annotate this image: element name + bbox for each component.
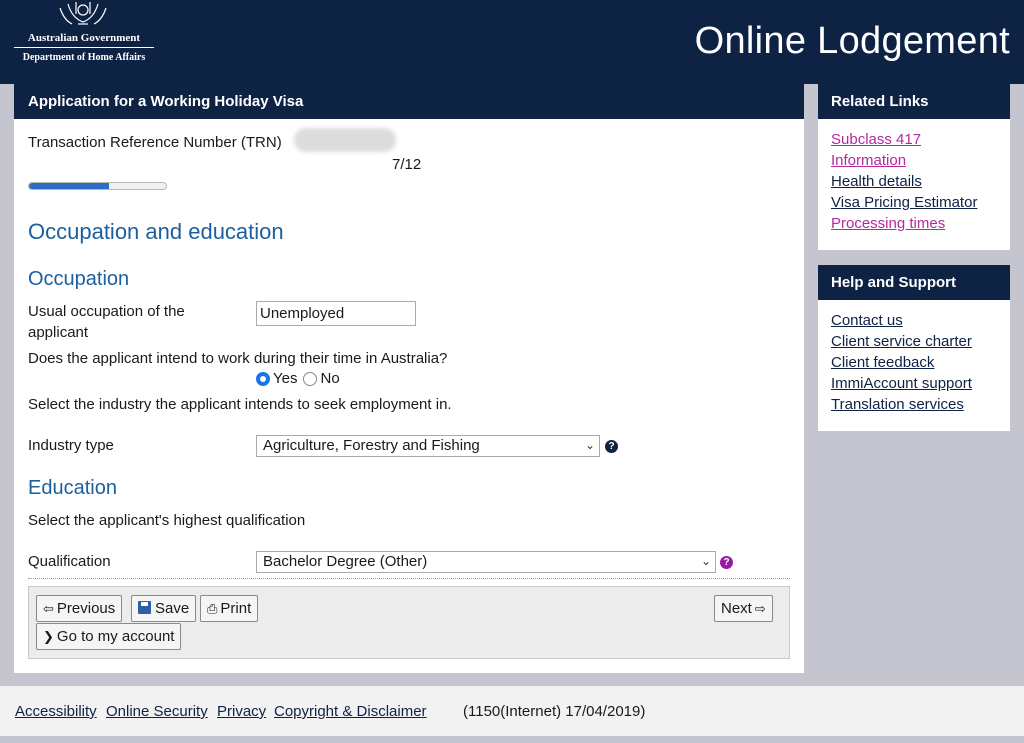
arrow-right-icon: ⇨ [754, 601, 766, 616]
help-support-list: Contact us Client service charter Client f… [818, 300, 1010, 421]
go-to-account-button[interactable]: ❯ Go to my account [36, 623, 182, 650]
related-link[interactable]: Visa Pricing Estimator [831, 192, 997, 213]
trn-label: Transaction Reference Number (TRN) [28, 134, 282, 151]
site-title: Online Lodgement [694, 20, 1010, 62]
footer-copyright-link[interactable]: Copyright & Disclaimer [274, 703, 427, 720]
footer-accessibility-link[interactable]: Accessibility [15, 703, 97, 720]
qualification-select[interactable]: Bachelor Degree (Other) ⌄ [256, 551, 716, 573]
progress-bar [28, 182, 167, 190]
page-progress-text: 7/12 [392, 156, 422, 173]
application-form-panel: Application for a Working Holiday Visa T… [14, 84, 804, 673]
save-button[interactable]: Save [131, 595, 197, 622]
help-support-link[interactable]: Contact us [831, 310, 997, 331]
work-yes-label: Yes [273, 370, 298, 387]
footer-security-link[interactable]: Online Security [106, 703, 208, 720]
occupation-heading: Occupation [28, 268, 130, 290]
printer-icon: ⎙ [207, 601, 218, 616]
help-support-link[interactable]: ImmiAccount support [831, 373, 997, 394]
work-no-radio[interactable] [303, 371, 318, 386]
related-links-panel: Related Links Subclass 417 Information He… [818, 84, 1010, 250]
arrow-left-icon: ⇦ [43, 601, 54, 616]
chevron-down-icon: ⌄ [584, 438, 595, 452]
print-button[interactable]: ⎙ Print [200, 595, 259, 622]
next-button[interactable]: Next ⇨ [714, 595, 773, 622]
industry-type-value: Agriculture, Forestry and Fishing [263, 437, 480, 454]
work-no-label: No [320, 370, 340, 387]
work-question: Does the applicant intend to work during… [28, 350, 448, 367]
form-button-bar: ⇦ Previous Save ⎙ Print Next ⇨ ❯ Go to my ac… [28, 586, 790, 659]
related-links-list: Subclass 417 Information Health details Vi… [818, 119, 1010, 240]
trn-value-redacted [294, 128, 396, 152]
site-header: Australian Government Department of Home… [0, 0, 1024, 84]
department-name: Department of Home Affairs [22, 52, 146, 63]
progress-bar-fill [29, 183, 109, 189]
related-links-title: Related Links [818, 84, 1010, 119]
form-divider [28, 578, 790, 579]
qualification-help-icon[interactable]: ? [720, 556, 733, 569]
footer-version: (1150(Internet) 17/04/2019) [463, 703, 646, 720]
help-support-link[interactable]: Client feedback [831, 352, 997, 373]
chevron-down-icon: ⌄ [700, 554, 711, 568]
education-prompt: Select the applicant's highest qualifica… [28, 512, 306, 529]
industry-help-icon[interactable]: ? [605, 440, 618, 453]
industry-type-select[interactable]: Agriculture, Forestry and Fishing ⌄ [256, 435, 600, 457]
page-heading: Occupation and education [28, 219, 284, 244]
related-link[interactable]: Processing times [831, 213, 997, 234]
work-yes-radio[interactable] [256, 371, 270, 386]
usual-occupation-label: Usual occupation of the applicant [28, 303, 185, 341]
industry-type-label: Industry type [28, 437, 114, 454]
coat-of-arms-icon [59, 2, 107, 25]
industry-prompt: Select the industry the applicant intend… [28, 396, 452, 413]
footer-privacy-link[interactable]: Privacy [217, 703, 266, 720]
help-support-link[interactable]: Translation services [831, 394, 997, 415]
floppy-disk-icon [138, 601, 151, 614]
qualification-value: Bachelor Degree (Other) [263, 553, 428, 570]
work-intent-radio-group: Yes No [256, 370, 340, 387]
related-link[interactable]: Health details [831, 171, 997, 192]
site-footer: Accessibility Online Security Privacy Co… [0, 686, 1024, 736]
help-support-title: Help and Support [818, 265, 1010, 300]
government-divider [14, 47, 154, 48]
related-link[interactable]: Subclass 417 Information [831, 129, 997, 171]
previous-button[interactable]: ⇦ Previous [36, 595, 123, 622]
education-heading: Education [28, 477, 117, 499]
application-title: Application for a Working Holiday Visa [14, 84, 804, 119]
government-name: Australian Government [27, 32, 141, 44]
help-support-link[interactable]: Client service charter [831, 331, 997, 352]
help-support-panel: Help and Support Contact us Client servic… [818, 265, 1010, 431]
chevron-right-icon: ❯ [43, 629, 54, 644]
usual-occupation-input[interactable]: Unemployed [256, 301, 416, 326]
qualification-label: Qualification [28, 553, 111, 570]
